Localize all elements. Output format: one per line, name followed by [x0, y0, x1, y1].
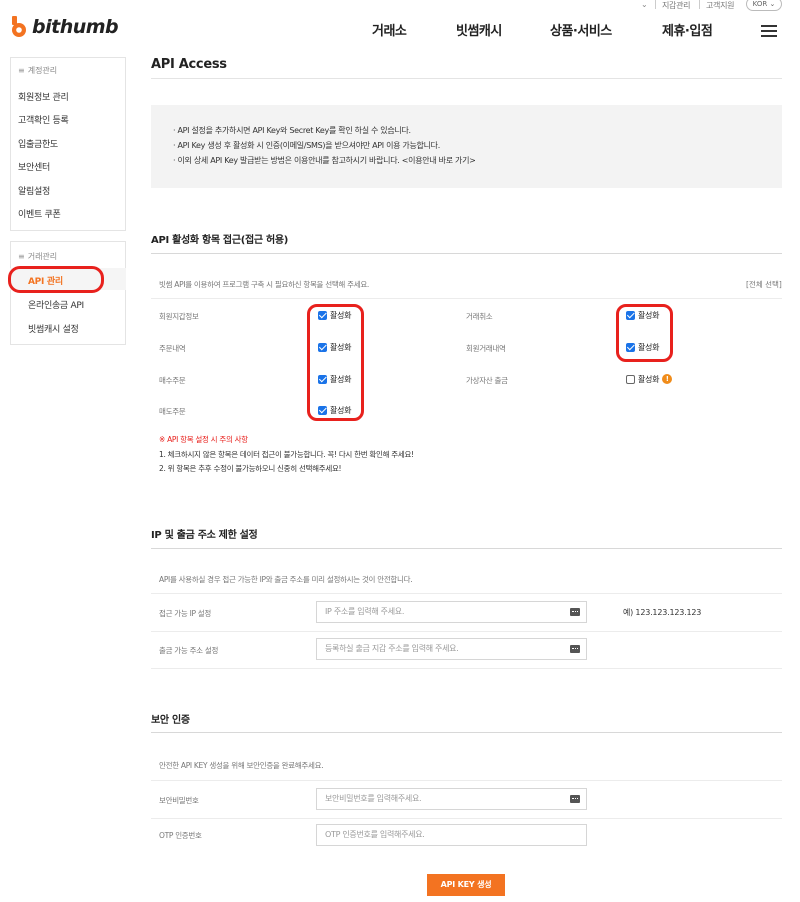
logo[interactable]: bithumb	[10, 16, 119, 38]
sidebar-item-api[interactable]: API 관리	[28, 274, 63, 287]
divider	[151, 668, 782, 669]
checkbox-unchecked-icon	[626, 374, 635, 384]
sidebar-group-trade: ≡ 거래관리	[18, 252, 58, 261]
ip-description: API를 사용하실 경우 접근 가능한 IP와 출금 주소를 미리 설정하시는 …	[159, 575, 413, 584]
perm-checkbox-crypto-withdraw[interactable]: 활성화!	[626, 373, 673, 385]
perm-checkbox-wallet-info[interactable]: 활성화	[318, 309, 351, 321]
checkbox-checked-icon	[318, 374, 327, 384]
notice-line[interactable]: · 이외 상세 API Key 발급받는 방법은 이용안내를 참고하시기 바랍니…	[173, 155, 476, 166]
warning-title: ※ API 항목 설정 시 주의 사항	[159, 435, 248, 444]
ip-input-placeholder: IP 주소를 입력해 주세요.	[325, 607, 405, 616]
ip-label: 접근 가능 IP 설정	[159, 609, 211, 618]
address-input[interactable]: 등록하실 출금 지갑 주소를 입력해 주세요.	[316, 638, 587, 660]
keyboard-icon[interactable]	[570, 645, 580, 653]
perm-label-wallet-info: 회원지갑정보	[159, 312, 199, 321]
keyboard-icon[interactable]	[570, 608, 580, 616]
section-title-permissions: API 활성화 항목 접근(접근 허용)	[151, 235, 289, 246]
warning-line: 2. 위 항목은 추후 수정이 불가능하오니 신중히 선택해주세요!	[159, 464, 342, 473]
section-title-ip: IP 및 출금 주소 제한 설정	[151, 530, 258, 541]
select-all-link[interactable]: [전체 선택]	[746, 279, 782, 290]
divider	[151, 253, 782, 254]
perm-label-crypto-withdraw: 가상자산 출금	[466, 376, 508, 385]
divider	[151, 818, 782, 819]
sidebar-item-remittance-api[interactable]: 온라인송금 API	[28, 298, 84, 311]
perm-label-trade-history: 회원거래내역	[466, 344, 506, 353]
sidebar-item-cash-settings[interactable]: 빗썸캐시 설정	[28, 322, 79, 335]
checkbox-checked-icon	[318, 405, 327, 415]
password-label: 보안비밀번호	[159, 796, 199, 805]
divider	[151, 780, 782, 781]
page-title: API Access	[151, 57, 227, 72]
perm-label-buy-order: 매수주문	[159, 376, 186, 385]
divider	[151, 631, 782, 632]
nav-partnership[interactable]: 제휴·입점	[662, 20, 713, 39]
nav-exchange[interactable]: 거래소	[372, 20, 407, 39]
checkbox-checked-icon	[318, 342, 327, 352]
perm-checkbox-cancel-trade[interactable]: 활성화	[626, 309, 659, 321]
warning-line: 1. 체크하시지 않은 항목은 데이터 접근이 불가능합니다. 꼭! 다시 한번…	[159, 450, 414, 459]
checkbox-checked-icon	[626, 310, 635, 320]
otp-input[interactable]: OTP 인증번호를 입력해주세요.	[316, 824, 587, 846]
notice-line: · API Key 생성 후 활성화 시 인증(이메일/SMS)을 받으셔야만 …	[173, 141, 440, 150]
password-input-placeholder: 보안비밀번호를 입력해주세요.	[325, 794, 422, 803]
ip-example: 예) 123.123.123.123	[623, 608, 702, 617]
section-title-security: 보안 인증	[151, 715, 190, 726]
create-api-key-button[interactable]: API KEY 생성	[427, 874, 505, 896]
util-link-wallet[interactable]: 지갑관리	[662, 0, 691, 11]
logo-text: bithumb	[32, 16, 119, 38]
otp-input-placeholder: OTP 인증번호를 입력해주세요.	[325, 830, 425, 839]
chevron-down-icon[interactable]: ⌄	[641, 0, 648, 9]
security-password-input[interactable]: 보안비밀번호를 입력해주세요.	[316, 788, 587, 810]
language-select[interactable]: KOR ⌄	[746, 0, 782, 11]
divider	[151, 548, 782, 549]
list-icon: ≡	[18, 66, 25, 75]
divider	[151, 732, 782, 733]
address-input-placeholder: 등록하실 출금 지갑 주소를 입력해 주세요.	[325, 644, 459, 653]
checkbox-checked-icon	[626, 342, 635, 352]
otp-label: OTP 인증번호	[159, 831, 202, 840]
sidebar-group-account: ≡ 계정관리	[18, 66, 58, 75]
checkbox-checked-icon	[318, 310, 327, 320]
perm-checkbox-buy-order[interactable]: 활성화	[318, 373, 351, 385]
info-icon[interactable]: !	[662, 374, 673, 384]
divider	[151, 298, 782, 299]
language-label: KOR	[752, 0, 768, 8]
sidebar-item-kyc[interactable]: 고객확인 등록	[18, 113, 69, 126]
nav-products-services[interactable]: 상품·서비스	[550, 20, 612, 39]
security-description: 안전한 API KEY 생성을 위해 보안인증을 완료해주세요.	[159, 761, 324, 770]
list-icon: ≡	[18, 252, 25, 261]
divider	[655, 0, 656, 9]
sidebar-item-member-info[interactable]: 회원정보 관리	[18, 90, 69, 103]
keyboard-icon[interactable]	[570, 795, 580, 803]
perm-checkbox-trade-history[interactable]: 활성화	[626, 341, 659, 353]
divider	[699, 0, 700, 9]
ip-input[interactable]: IP 주소를 입력해 주세요.	[316, 601, 587, 623]
perm-label-sell-order: 매도주문	[159, 407, 186, 416]
divider	[151, 78, 782, 79]
bithumb-logo-icon	[10, 16, 28, 38]
notice-box: · API 설정을 추가하시면 API Key와 Secret Key를 확인 …	[151, 105, 782, 188]
perm-checkbox-sell-order[interactable]: 활성화	[318, 404, 351, 416]
sidebar-item-notifications[interactable]: 알림설정	[18, 184, 50, 197]
perm-label-cancel-trade: 거래취소	[466, 312, 493, 321]
sidebar-item-security[interactable]: 보안센터	[18, 160, 50, 173]
address-label: 출금 가능 주소 설정	[159, 646, 219, 655]
sidebar-item-limits[interactable]: 입출금한도	[18, 137, 58, 150]
util-link-support[interactable]: 고객지원	[706, 0, 735, 11]
divider	[151, 593, 782, 594]
sidebar-item-coupons[interactable]: 이벤트 쿠폰	[18, 207, 61, 220]
permissions-description: 빗썸 API를 이용하여 프로그램 구축 시 필요하신 항목을 선택해 주세요.	[159, 280, 370, 289]
hamburger-menu-icon[interactable]	[761, 25, 777, 37]
notice-line: · API 설정을 추가하시면 API Key와 Secret Key를 확인 …	[173, 126, 411, 135]
nav-bithumb-cash[interactable]: 빗썸캐시	[456, 20, 502, 39]
utility-bar: ⌄ 지갑관리 고객지원 KOR ⌄	[0, 0, 800, 12]
perm-label-order-history: 주문내역	[159, 344, 186, 353]
perm-checkbox-order-history[interactable]: 활성화	[318, 341, 351, 353]
